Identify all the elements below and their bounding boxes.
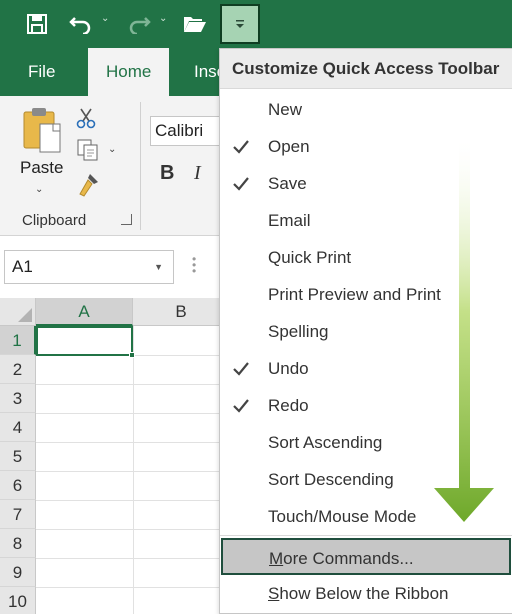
menu-item-quick-print[interactable]: Quick Print	[220, 239, 512, 276]
menu-item-label: Touch/Mouse Mode	[268, 507, 417, 526]
menu-item-label: More Commands...	[269, 549, 414, 568]
menu-item-touch-mouse-mode[interactable]: Touch/Mouse Mode	[220, 498, 512, 535]
row-header-8[interactable]: 8	[0, 529, 36, 558]
quick-access-toolbar: ⌄ ⌄	[0, 0, 512, 48]
menu-item-label: Open	[268, 137, 310, 156]
row-header-9[interactable]: 9	[0, 558, 36, 587]
menu-item-label: Spelling	[268, 322, 329, 341]
fill-handle[interactable]	[129, 352, 135, 358]
row-header-2[interactable]: 2	[0, 355, 36, 384]
redo-dropdown-icon[interactable]: ⌄	[159, 13, 167, 24]
menu-separator	[220, 535, 512, 536]
row-header-4[interactable]: 4	[0, 413, 36, 442]
undo-icon[interactable]	[66, 8, 96, 40]
row-header-6[interactable]: 6	[0, 471, 36, 500]
checkmark-icon	[230, 350, 252, 387]
menu-item-save[interactable]: Save	[220, 165, 512, 202]
menu-item-label: Save	[268, 174, 307, 193]
row-header-3[interactable]: 3	[0, 384, 36, 413]
font-name-input[interactable]: Calibri	[150, 116, 230, 146]
row-header-10[interactable]: 10	[0, 587, 36, 614]
menu-item-undo[interactable]: Undo	[220, 350, 512, 387]
menu-item-sort-ascending[interactable]: Sort Ascending	[220, 424, 512, 461]
menu-item-show-below-ribbon[interactable]: Show Below the Ribbon	[220, 575, 512, 612]
format-painter-icon[interactable]	[76, 172, 100, 203]
checkmark-icon	[230, 387, 252, 424]
menu-item-open[interactable]: Open	[220, 128, 512, 165]
italic-button[interactable]: I	[194, 162, 201, 185]
menu-item-label: Quick Print	[268, 248, 352, 267]
menu-item-label: Sort Ascending	[268, 433, 383, 452]
paste-dropdown-icon[interactable]: ⌄	[35, 184, 43, 195]
gridline	[133, 326, 134, 614]
menu-item-label: Undo	[268, 359, 309, 378]
menu-item-spelling[interactable]: Spelling	[220, 313, 512, 350]
checkmark-icon	[230, 165, 252, 202]
menu-item-label: Redo	[268, 396, 309, 415]
copy-dropdown-icon[interactable]: ⌄	[108, 144, 116, 155]
menu-item-label: Show Below the Ribbon	[268, 584, 449, 603]
menu-item-label: Sort Descending	[268, 470, 394, 489]
name-box-value: A1	[12, 257, 33, 276]
paste-icon[interactable]	[20, 106, 64, 161]
name-box-dropdown-icon[interactable]: ▼	[154, 251, 163, 283]
copy-icon[interactable]	[76, 138, 100, 167]
name-box[interactable]: A1 ▼	[4, 250, 174, 284]
menu-item-print-preview[interactable]: Print Preview and Print	[220, 276, 512, 313]
undo-dropdown-icon[interactable]: ⌄	[101, 13, 109, 24]
customize-dropdown-icon[interactable]	[220, 4, 260, 44]
redo-icon[interactable]	[124, 8, 154, 40]
row-header-7[interactable]: 7	[0, 500, 36, 529]
save-icon[interactable]	[22, 8, 52, 40]
row-header-5[interactable]: 5	[0, 442, 36, 471]
open-folder-icon[interactable]	[180, 8, 210, 40]
checkmark-icon	[230, 128, 252, 165]
menu-item-label: Email	[268, 211, 311, 230]
tab-home[interactable]: Home	[88, 48, 170, 96]
menu-item-label: New	[268, 100, 303, 119]
bold-button[interactable]: B	[160, 162, 174, 185]
menu-item-more-commands[interactable]: More Commands...	[221, 538, 511, 575]
column-header-a[interactable]: A	[36, 298, 133, 326]
menu-item-label: Print Preview and Print	[268, 285, 441, 304]
menu-item-sort-descending[interactable]: Sort Descending	[220, 461, 512, 498]
clipboard-group-label: Clipboard	[22, 212, 87, 229]
menu-item-redo[interactable]: Redo	[220, 387, 512, 424]
column-header-b[interactable]: B	[133, 298, 230, 326]
customize-qat-menu: Customize Quick Access Toolbar New Open …	[219, 48, 512, 614]
row-header-1[interactable]: 1	[0, 326, 36, 355]
tab-file[interactable]: File	[28, 48, 55, 96]
select-all-button[interactable]	[0, 298, 36, 326]
clipboard-launcher-icon[interactable]	[121, 214, 132, 225]
menu-title: Customize Quick Access Toolbar	[220, 49, 512, 89]
group-divider	[140, 102, 141, 230]
menu-item-email[interactable]: Email	[220, 202, 512, 239]
active-cell-a1[interactable]	[36, 326, 133, 356]
cut-icon[interactable]	[74, 106, 98, 135]
formula-bar-grip-icon[interactable]: • • •	[192, 253, 196, 277]
menu-item-new[interactable]: New	[220, 91, 512, 128]
paste-button[interactable]: Paste	[20, 158, 63, 178]
